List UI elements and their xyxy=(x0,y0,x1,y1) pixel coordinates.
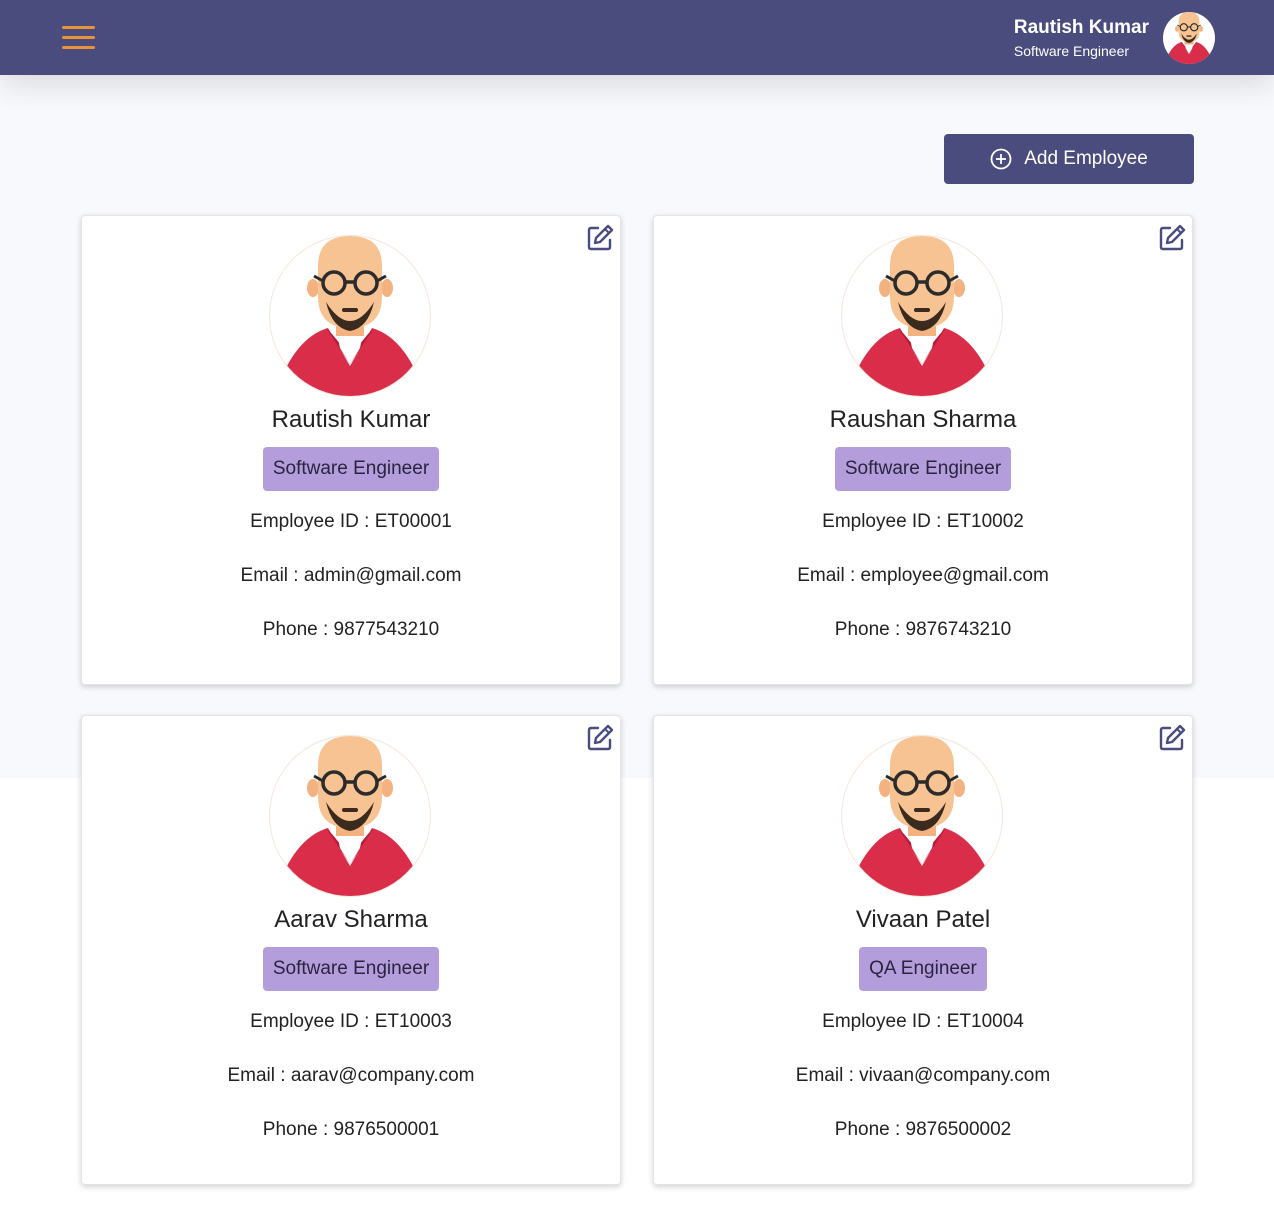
add-employee-button[interactable]: Add Employee xyxy=(944,134,1194,184)
employee-avatar xyxy=(270,236,430,396)
employee-id: Employee ID : ET10004 xyxy=(822,1011,1024,1032)
edit-icon[interactable] xyxy=(1156,222,1188,254)
hamburger-menu-icon[interactable] xyxy=(62,26,95,50)
edit-icon[interactable] xyxy=(584,222,616,254)
user-avatar[interactable] xyxy=(1163,12,1215,64)
employee-email: Email : aarav@company.com xyxy=(227,1065,475,1086)
employee-id: Employee ID : ET10003 xyxy=(250,1011,452,1032)
edit-icon[interactable] xyxy=(1156,722,1188,754)
employee-phone: Phone : 9876500001 xyxy=(262,1119,440,1140)
employee-name: Vivaan Patel xyxy=(855,906,991,933)
employee-id: Employee ID : ET10002 xyxy=(822,511,1024,532)
employee-card: Raushan Sharma Software Engineer Employe… xyxy=(653,215,1193,685)
role-badge: Software Engineer xyxy=(262,447,440,491)
employee-card: Rautish Kumar Software Engineer Employee… xyxy=(81,215,621,685)
employee-card: Aarav Sharma Software Engineer Employee … xyxy=(81,715,621,1185)
role-badge: Software Engineer xyxy=(834,447,1012,491)
employee-phone: Phone : 9876500002 xyxy=(834,1119,1012,1140)
top-navbar: Rautish Kumar Software Engineer xyxy=(0,0,1274,75)
add-employee-label: Add Employee xyxy=(1024,148,1148,169)
user-name: Rautish Kumar xyxy=(1013,17,1149,38)
employee-name: Raushan Sharma xyxy=(829,406,1017,433)
edit-icon[interactable] xyxy=(584,722,616,754)
employee-email: Email : employee@gmail.com xyxy=(797,565,1049,586)
employee-name: Rautish Kumar xyxy=(271,406,431,433)
employee-avatar xyxy=(842,736,1002,896)
role-badge: Software Engineer xyxy=(262,947,440,991)
employee-card: Vivaan Patel QA Engineer Employee ID : E… xyxy=(653,715,1193,1185)
plus-circle-icon xyxy=(990,148,1012,170)
role-badge: QA Engineer xyxy=(859,947,987,991)
user-role: Software Engineer xyxy=(1013,43,1130,59)
employee-phone: Phone : 9876743210 xyxy=(834,619,1012,640)
employee-avatar xyxy=(842,236,1002,396)
employee-email: Email : admin@gmail.com xyxy=(240,565,462,586)
employee-email: Email : vivaan@company.com xyxy=(795,1065,1051,1086)
employee-id: Employee ID : ET00001 xyxy=(250,511,452,532)
employee-avatar xyxy=(270,736,430,896)
employee-name: Aarav Sharma xyxy=(274,906,428,933)
user-info: Rautish Kumar Software Engineer xyxy=(1014,17,1149,60)
employee-phone: Phone : 9877543210 xyxy=(262,619,440,640)
